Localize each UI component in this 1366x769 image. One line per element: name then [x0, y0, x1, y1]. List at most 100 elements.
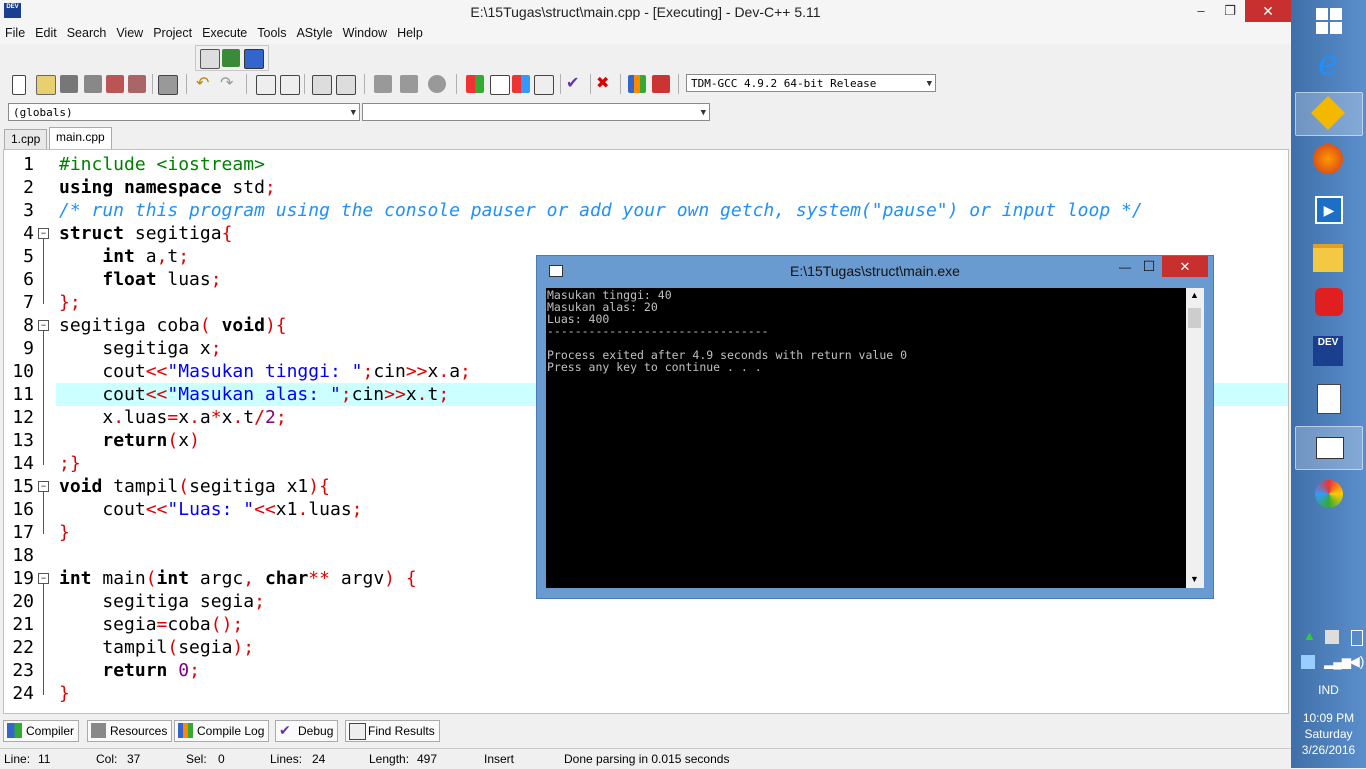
code-line[interactable]: segitiga segia;: [59, 590, 265, 613]
code-line[interactable]: cout<<"Masukan alas: ";cin>>x.t;: [59, 383, 449, 406]
compile-icon[interactable]: [466, 75, 484, 93]
open-file-icon[interactable]: [36, 75, 56, 95]
tab-compile-log[interactable]: Compile Log: [174, 720, 270, 742]
compiler-select[interactable]: TDM-GCC 4.9.2 64-bit Release ▼: [686, 74, 936, 92]
goto-icon[interactable]: [222, 49, 240, 67]
profile-icon[interactable]: [652, 75, 670, 93]
code-line[interactable]: }: [59, 521, 70, 544]
unindent-icon[interactable]: [336, 75, 356, 95]
minimize-button[interactable]: ‒: [1186, 0, 1216, 22]
code-line[interactable]: segitiga coba( void){: [59, 314, 287, 337]
file-explorer-icon[interactable]: [1295, 236, 1361, 278]
tray-battery-icon[interactable]: [1351, 630, 1363, 646]
code-line[interactable]: float luas;: [59, 268, 221, 291]
menu-window[interactable]: Window: [338, 24, 392, 42]
menu-search[interactable]: Search: [62, 24, 112, 42]
menu-project[interactable]: Project: [148, 24, 197, 42]
redo-icon[interactable]: ↷: [220, 75, 238, 93]
next-icon[interactable]: [400, 75, 418, 93]
menu-tools[interactable]: Tools: [252, 24, 291, 42]
find-icon[interactable]: [256, 75, 276, 95]
tray-triangle-icon[interactable]: ▲: [1303, 629, 1316, 642]
menu-edit[interactable]: Edit: [30, 24, 62, 42]
scope-select[interactable]: (globals) ▼: [8, 103, 360, 121]
search-document-icon[interactable]: [1295, 378, 1361, 420]
menu-execute[interactable]: Execute: [197, 24, 252, 42]
chart-icon[interactable]: [628, 75, 646, 93]
save-icon[interactable]: [60, 75, 78, 93]
code-line[interactable]: using namespace std;: [59, 176, 276, 199]
print-icon[interactable]: [158, 75, 178, 95]
taskbar-app-lightning-icon[interactable]: [1295, 92, 1363, 136]
close-all-icon[interactable]: [128, 75, 146, 93]
devcpp-taskbar-icon[interactable]: DEV: [1295, 330, 1361, 372]
maximize-button[interactable]: ❐: [1215, 0, 1245, 22]
code-line[interactable]: int main(int argc, char** argv) {: [59, 567, 417, 590]
tab-compiler[interactable]: Compiler: [3, 720, 80, 742]
code-line[interactable]: cout<<"Luas: "<<x1.luas;: [59, 498, 362, 521]
fold-toggle-icon[interactable]: −: [38, 228, 49, 239]
console-window[interactable]: E:\15Tugas\struct\main.exe — ☐ ✕ Masukan…: [536, 255, 1214, 599]
member-select[interactable]: ▼: [362, 103, 710, 121]
rebuild-icon[interactable]: [534, 75, 554, 95]
tab-1cpp[interactable]: 1.cpp: [4, 129, 48, 149]
firefox-icon[interactable]: [1295, 140, 1361, 182]
menu-file[interactable]: File: [0, 24, 30, 42]
clock-time[interactable]: 10:09 PM: [1291, 711, 1366, 725]
media-player-icon[interactable]: ▶: [1295, 188, 1361, 230]
console-taskbar-icon[interactable]: [1295, 426, 1363, 470]
recorder-app-icon[interactable]: [1295, 282, 1361, 324]
tray-signal-icon[interactable]: ▂▄▆: [1324, 655, 1351, 669]
code-line[interactable]: cout<<"Masukan tinggi: ";cin>>x.a;: [59, 360, 471, 383]
replace-icon[interactable]: [280, 75, 300, 95]
indent-icon[interactable]: [312, 75, 332, 95]
code-line[interactable]: /* run this program using the console pa…: [59, 199, 1143, 222]
tab-find-results[interactable]: Find Results: [345, 720, 440, 742]
prev-icon[interactable]: [374, 75, 392, 93]
scroll-down-icon[interactable]: ▼: [1190, 574, 1199, 584]
bookmark-icon[interactable]: [244, 49, 264, 69]
fold-toggle-icon[interactable]: −: [38, 573, 49, 584]
scroll-up-icon[interactable]: ▲: [1190, 290, 1199, 300]
insert-icon[interactable]: [200, 49, 220, 69]
save-all-icon[interactable]: [84, 75, 102, 93]
tab-debug[interactable]: ✔ Debug: [275, 720, 339, 742]
code-line[interactable]: ;}: [59, 452, 81, 475]
stop-icon[interactable]: [428, 75, 446, 93]
console-maximize-button[interactable]: ☐: [1139, 258, 1159, 275]
tray-volume-icon[interactable]: ◀): [1349, 653, 1364, 670]
code-line[interactable]: void tampil(segitiga x1){: [59, 475, 330, 498]
internet-explorer-icon[interactable]: e: [1295, 42, 1361, 84]
start-button[interactable]: [1316, 8, 1342, 34]
close-button[interactable]: ✕: [1245, 0, 1291, 22]
code-line[interactable]: tampil(segia);: [59, 636, 254, 659]
fold-toggle-icon[interactable]: −: [38, 320, 49, 331]
console-close-button[interactable]: ✕: [1162, 256, 1208, 277]
code-line[interactable]: #include <iostream>: [59, 153, 265, 176]
fold-toggle-icon[interactable]: −: [38, 481, 49, 492]
tray-flag-icon[interactable]: [1325, 630, 1339, 644]
tab-resources[interactable]: Resources: [87, 720, 173, 742]
console-output[interactable]: Masukan tinggi: 40 Masukan alas: 20 Luas…: [546, 288, 1186, 588]
close-file-icon[interactable]: [106, 75, 124, 93]
code-line[interactable]: return 0;: [59, 659, 200, 682]
language-indicator[interactable]: IND: [1291, 683, 1366, 697]
console-minimize-button[interactable]: —: [1115, 260, 1135, 274]
code-line[interactable]: segitiga x;: [59, 337, 221, 360]
compile-run-icon[interactable]: [512, 75, 530, 93]
code-line[interactable]: }: [59, 682, 70, 705]
menu-astyle[interactable]: AStyle: [291, 24, 337, 42]
code-line[interactable]: int a,t;: [59, 245, 189, 268]
paint-icon[interactable]: [1295, 474, 1361, 516]
menu-view[interactable]: View: [111, 24, 148, 42]
tab-main-cpp[interactable]: main.cpp: [49, 127, 112, 149]
code-line[interactable]: struct segitiga{: [59, 222, 232, 245]
code-line[interactable]: segia=coba();: [59, 613, 243, 636]
new-file-icon[interactable]: [12, 75, 26, 95]
delete-icon[interactable]: ✖: [596, 75, 614, 93]
run-icon[interactable]: [490, 75, 510, 95]
undo-icon[interactable]: ↶: [196, 75, 214, 93]
menu-help[interactable]: Help: [392, 24, 428, 42]
code-line[interactable]: return(x): [59, 429, 200, 452]
code-line[interactable]: x.luas=x.a*x.t/2;: [59, 406, 286, 429]
